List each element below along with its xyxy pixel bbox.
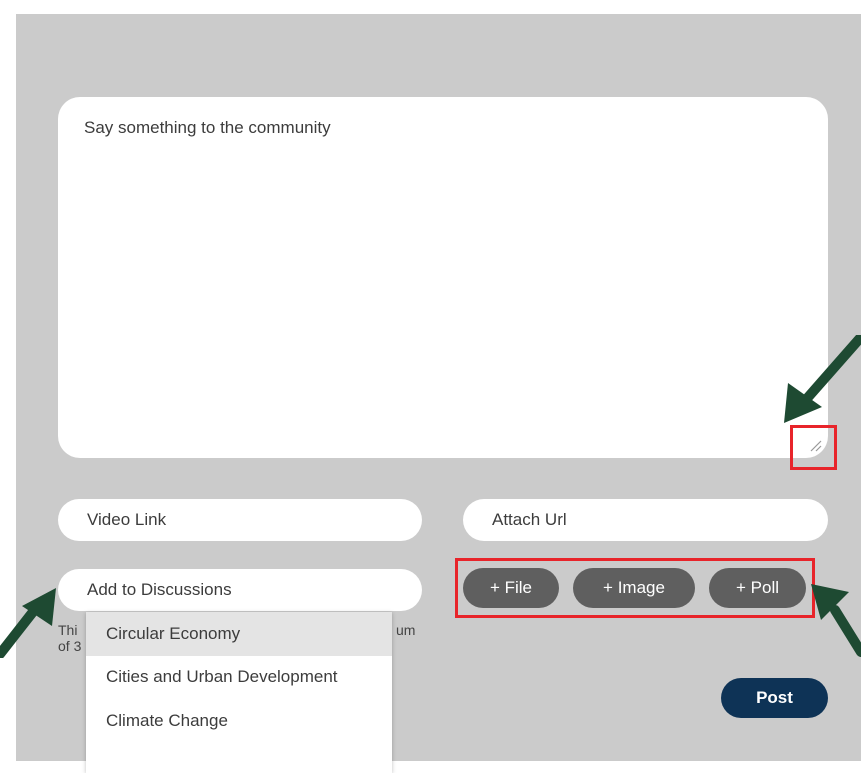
dropdown-option-cities-urban-development[interactable]: Cities and Urban Development	[86, 656, 392, 699]
arrow-to-attachment-buttons-icon	[811, 584, 861, 657]
helper-text-tail: um	[396, 622, 416, 638]
video-link-label: Video Link	[87, 510, 167, 529]
attach-url-input[interactable]: Attach Url	[463, 499, 828, 541]
add-file-button[interactable]: + File	[463, 568, 559, 608]
video-link-input[interactable]: Video Link	[58, 499, 422, 541]
resize-handle-highlight	[790, 425, 837, 470]
dropdown-option-circular-economy[interactable]: Circular Economy	[86, 612, 392, 656]
post-textarea[interactable]: Say something to the community	[58, 97, 828, 458]
add-poll-button[interactable]: + Poll	[709, 568, 806, 608]
arrow-to-discussions-field-icon	[0, 588, 56, 658]
add-to-discussions-label: Add to Discussions	[87, 580, 232, 599]
add-to-discussions-input[interactable]: Add to Discussions	[58, 569, 422, 611]
post-button[interactable]: Post	[721, 678, 828, 718]
dropdown-option-climate-change[interactable]: Climate Change	[86, 699, 392, 743]
arrow-to-resize-handle-icon	[784, 335, 861, 423]
add-image-button[interactable]: + Image	[573, 568, 695, 608]
attach-url-label: Attach Url	[492, 510, 567, 529]
discussions-dropdown[interactable]: Circular Economy Cities and Urban Develo…	[86, 612, 392, 773]
post-textarea-placeholder: Say something to the community	[84, 118, 331, 137]
